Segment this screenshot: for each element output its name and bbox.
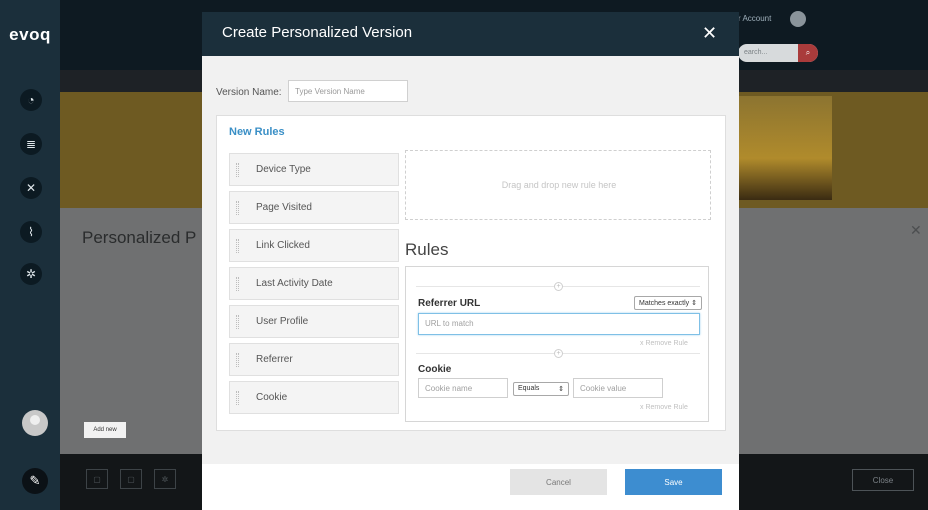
background-panel-title: Personalized P <box>82 228 197 247</box>
rule-title: Referrer URL <box>418 298 481 309</box>
select-arrows-icon: ⇕ <box>691 300 698 307</box>
account-link: r Account <box>738 14 772 23</box>
rule-type-label: Last Activity Date <box>256 278 333 289</box>
rules-list: + Referrer URL Matches exactly ⇕ URL to … <box>405 266 709 422</box>
rule-type-referrer[interactable]: Referrer <box>229 343 399 376</box>
background-tool-icon: ▢ <box>86 469 108 489</box>
rule-type-label: Cookie <box>256 392 288 403</box>
background-close-button: Close <box>852 469 914 491</box>
drag-handle-icon[interactable] <box>236 391 239 405</box>
rule-type-link-clicked[interactable]: Link Clicked <box>229 229 399 262</box>
left-nav: evoq ◔ ≣ ✕ ⌇ ✲ ✎ <box>0 0 60 510</box>
add-new-button: Add new <box>84 422 126 438</box>
save-button[interactable]: Save <box>625 469 722 495</box>
rule-cookie: Cookie Cookie name Equals ⇕ Cookie value… <box>406 363 708 421</box>
background-close-icon: ✕ <box>910 222 922 238</box>
rule-referrer-url: Referrer URL Matches exactly ⇕ URL to ma… <box>406 295 708 351</box>
dialog-header: Create Personalized Version ✕ <box>202 12 739 56</box>
gauge-icon[interactable]: ◔ <box>20 89 42 111</box>
dialog-title: Create Personalized Version <box>222 24 413 41</box>
background-tool-icon: ✲ <box>154 469 176 489</box>
rules-heading: Rules <box>405 240 449 259</box>
version-name-input[interactable]: Type Version Name <box>288 80 408 102</box>
match-type-value: Matches exactly <box>639 300 690 307</box>
add-rule-icon[interactable]: + <box>554 349 563 358</box>
analytics-icon[interactable]: ⌇ <box>20 221 42 243</box>
account-avatar <box>790 11 806 27</box>
remove-rule-link[interactable]: x Remove Rule <box>640 340 688 347</box>
remove-rule-link[interactable]: x Remove Rule <box>640 404 688 411</box>
close-icon[interactable]: ✕ <box>702 24 717 42</box>
dropzone-text: Drag and drop new rule here <box>501 180 617 190</box>
tools-icon[interactable]: ✕ <box>20 177 42 199</box>
drag-handle-icon[interactable] <box>236 239 239 253</box>
operator-value: Equals <box>518 385 540 392</box>
create-personalized-version-dialog: Create Personalized Version ✕ Version Na… <box>202 12 739 510</box>
rule-dropzone[interactable]: Drag and drop new rule here <box>405 150 711 220</box>
search-icon: ⌕ <box>798 44 818 62</box>
add-rule-icon[interactable]: + <box>554 282 563 291</box>
user-avatar[interactable] <box>22 410 48 436</box>
drag-handle-icon[interactable] <box>236 201 239 215</box>
rule-type-label: Device Type <box>256 164 311 175</box>
select-arrows-icon: ⇕ <box>558 386 564 393</box>
dialog-body: Version Name: Type Version Name New Rule… <box>202 56 739 464</box>
rules-panel: New Rules Device Type Page Visited Link … <box>216 115 726 431</box>
app-root: evoq ◔ ≣ ✕ ⌇ ✲ ✎ r Account earch... ⌕ Pe… <box>0 0 928 510</box>
rule-type-last-activity-date[interactable]: Last Activity Date <box>229 267 399 300</box>
url-to-match-input[interactable]: URL to match <box>418 313 700 335</box>
rule-type-label: Page Visited <box>256 202 312 213</box>
rule-type-label: User Profile <box>256 316 309 327</box>
operator-select[interactable]: Equals ⇕ <box>513 382 569 396</box>
drag-handle-icon[interactable] <box>236 277 239 291</box>
cancel-button[interactable]: Cancel <box>510 469 607 495</box>
rule-type-user-profile[interactable]: User Profile <box>229 305 399 338</box>
cookie-value-input[interactable]: Cookie value <box>573 378 663 398</box>
cookie-name-input[interactable]: Cookie name <box>418 378 508 398</box>
settings-icon[interactable]: ✲ <box>20 263 42 285</box>
drag-handle-icon[interactable] <box>236 353 239 367</box>
evoq-logo[interactable]: evoq <box>0 0 60 70</box>
new-rules-title: New Rules <box>229 126 285 138</box>
match-type-select[interactable]: Matches exactly ⇕ <box>634 296 703 310</box>
background-banner-image <box>736 96 832 200</box>
background-tool-icon: ▢ <box>120 469 142 489</box>
content-icon[interactable]: ≣ <box>20 133 42 155</box>
rule-type-label: Link Clicked <box>256 240 310 251</box>
rule-type-cookie[interactable]: Cookie <box>229 381 399 414</box>
edit-pen-icon[interactable]: ✎ <box>22 468 48 494</box>
drag-handle-icon[interactable] <box>236 163 239 177</box>
drag-handle-icon[interactable] <box>236 315 239 329</box>
rule-title: Cookie <box>418 364 452 375</box>
version-name-label: Version Name: <box>216 87 282 98</box>
rule-type-label: Referrer <box>256 354 293 365</box>
rule-type-page-visited[interactable]: Page Visited <box>229 191 399 224</box>
rule-type-device-type[interactable]: Device Type <box>229 153 399 186</box>
